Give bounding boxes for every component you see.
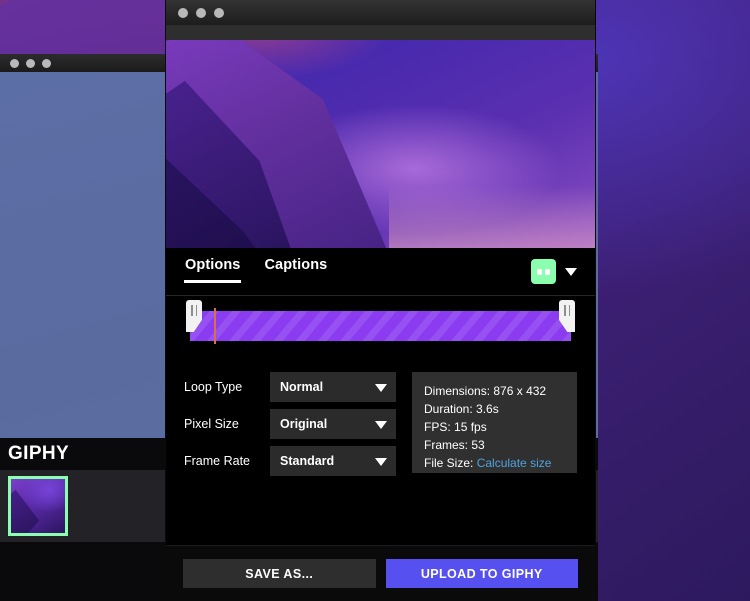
handle-grip-line (191, 305, 193, 316)
info-file-size-label: File Size: (424, 456, 474, 470)
chevron-down-icon (375, 421, 387, 429)
handle-grip-line (195, 305, 197, 316)
giphy-face-icon[interactable] (531, 259, 556, 284)
options-panel: Loop Type Normal Pixel Size Original Fra… (166, 358, 595, 486)
close-button-bg[interactable] (10, 58, 19, 68)
info-dimensions-value: 876 x 432 (493, 384, 547, 398)
chevron-down-icon (375, 458, 387, 466)
pixel-size-value: Original (280, 417, 328, 431)
info-duration-label: Duration: (424, 402, 473, 416)
giphy-wordmark: GIPHY (8, 443, 70, 464)
info-frames-label: Frames: (424, 438, 469, 452)
info-dimensions-label: Dimensions: (424, 384, 491, 398)
pixel-size-label: Pixel Size (184, 417, 239, 431)
screen: 876 x 432 GIPHY (0, 0, 750, 601)
save-as-label: SAVE AS... (245, 566, 314, 581)
face-eye-left (537, 268, 542, 275)
calculate-size-link[interactable]: Calculate size (477, 456, 552, 470)
minimize-button-bg[interactable] (26, 58, 35, 68)
option-row-loop-type: Loop Type Normal (184, 372, 402, 402)
info-duration-value: 3.6s (476, 402, 499, 416)
giphy-capture-window: Options Captions Loop Type Normal Pixel … (166, 0, 595, 601)
app-titlebar[interactable] (166, 0, 595, 25)
tab-options[interactable]: Options (184, 256, 242, 287)
preview-glow (389, 185, 595, 248)
info-fps-label: FPS: (424, 420, 451, 434)
tab-captions[interactable]: Captions (263, 257, 328, 287)
frame-rate-label: Frame Rate (184, 454, 250, 468)
frame-rate-select[interactable]: Standard (270, 446, 396, 476)
close-button[interactable] (178, 7, 188, 18)
gif-preview[interactable] (166, 40, 595, 248)
loop-type-value: Normal (280, 380, 324, 394)
info-frames-value: 53 (471, 438, 485, 452)
loop-type-label: Loop Type (184, 380, 243, 394)
info-dimensions: Dimensions: 876 x 432 (424, 382, 565, 400)
handle-grip-line (564, 305, 566, 316)
tab-bar: Options Captions (166, 248, 595, 296)
tab-captions-label: Captions (264, 256, 328, 273)
app-toolbar-strip (166, 25, 595, 40)
pixel-size-select[interactable]: Original (270, 409, 396, 439)
face-eye-right (545, 268, 550, 275)
save-as-button[interactable]: SAVE AS... (183, 559, 376, 588)
timeline-playhead[interactable] (214, 308, 216, 344)
option-row-frame-rate: Frame Rate Standard (184, 446, 402, 476)
info-fps-value: 15 fps (454, 420, 487, 434)
handle-grip-line (568, 305, 570, 316)
info-file-size: File Size: Calculate size (424, 454, 565, 472)
thumbnail-image (11, 479, 65, 533)
info-fps: FPS: 15 fps (424, 418, 565, 436)
captured-clip-thumbnail[interactable] (8, 476, 68, 536)
info-frames: Frames: 53 (424, 436, 565, 454)
upload-to-giphy-label: UPLOAD TO GIPHY (420, 566, 543, 581)
chevron-down-icon (375, 384, 387, 392)
frame-rate-value: Standard (280, 454, 335, 468)
timeline-track[interactable] (190, 311, 571, 341)
tab-options-label: Options (185, 256, 241, 273)
minimize-button[interactable] (196, 7, 206, 18)
maximize-button-bg[interactable] (42, 58, 51, 68)
option-row-pixel-size: Pixel Size Original (184, 409, 402, 439)
media-info-panel: Dimensions: 876 x 432 Duration: 3.6s FPS… (412, 372, 577, 473)
action-bar: SAVE AS... UPLOAD TO GIPHY (166, 545, 595, 601)
chevron-down-icon[interactable] (565, 267, 577, 276)
timeline-area (166, 296, 595, 358)
upload-to-giphy-button[interactable]: UPLOAD TO GIPHY (385, 559, 578, 588)
maximize-button[interactable] (214, 7, 224, 18)
info-duration: Duration: 3.6s (424, 400, 565, 418)
loop-type-select[interactable]: Normal (270, 372, 396, 402)
options-list: Loop Type Normal Pixel Size Original Fra… (184, 372, 402, 486)
